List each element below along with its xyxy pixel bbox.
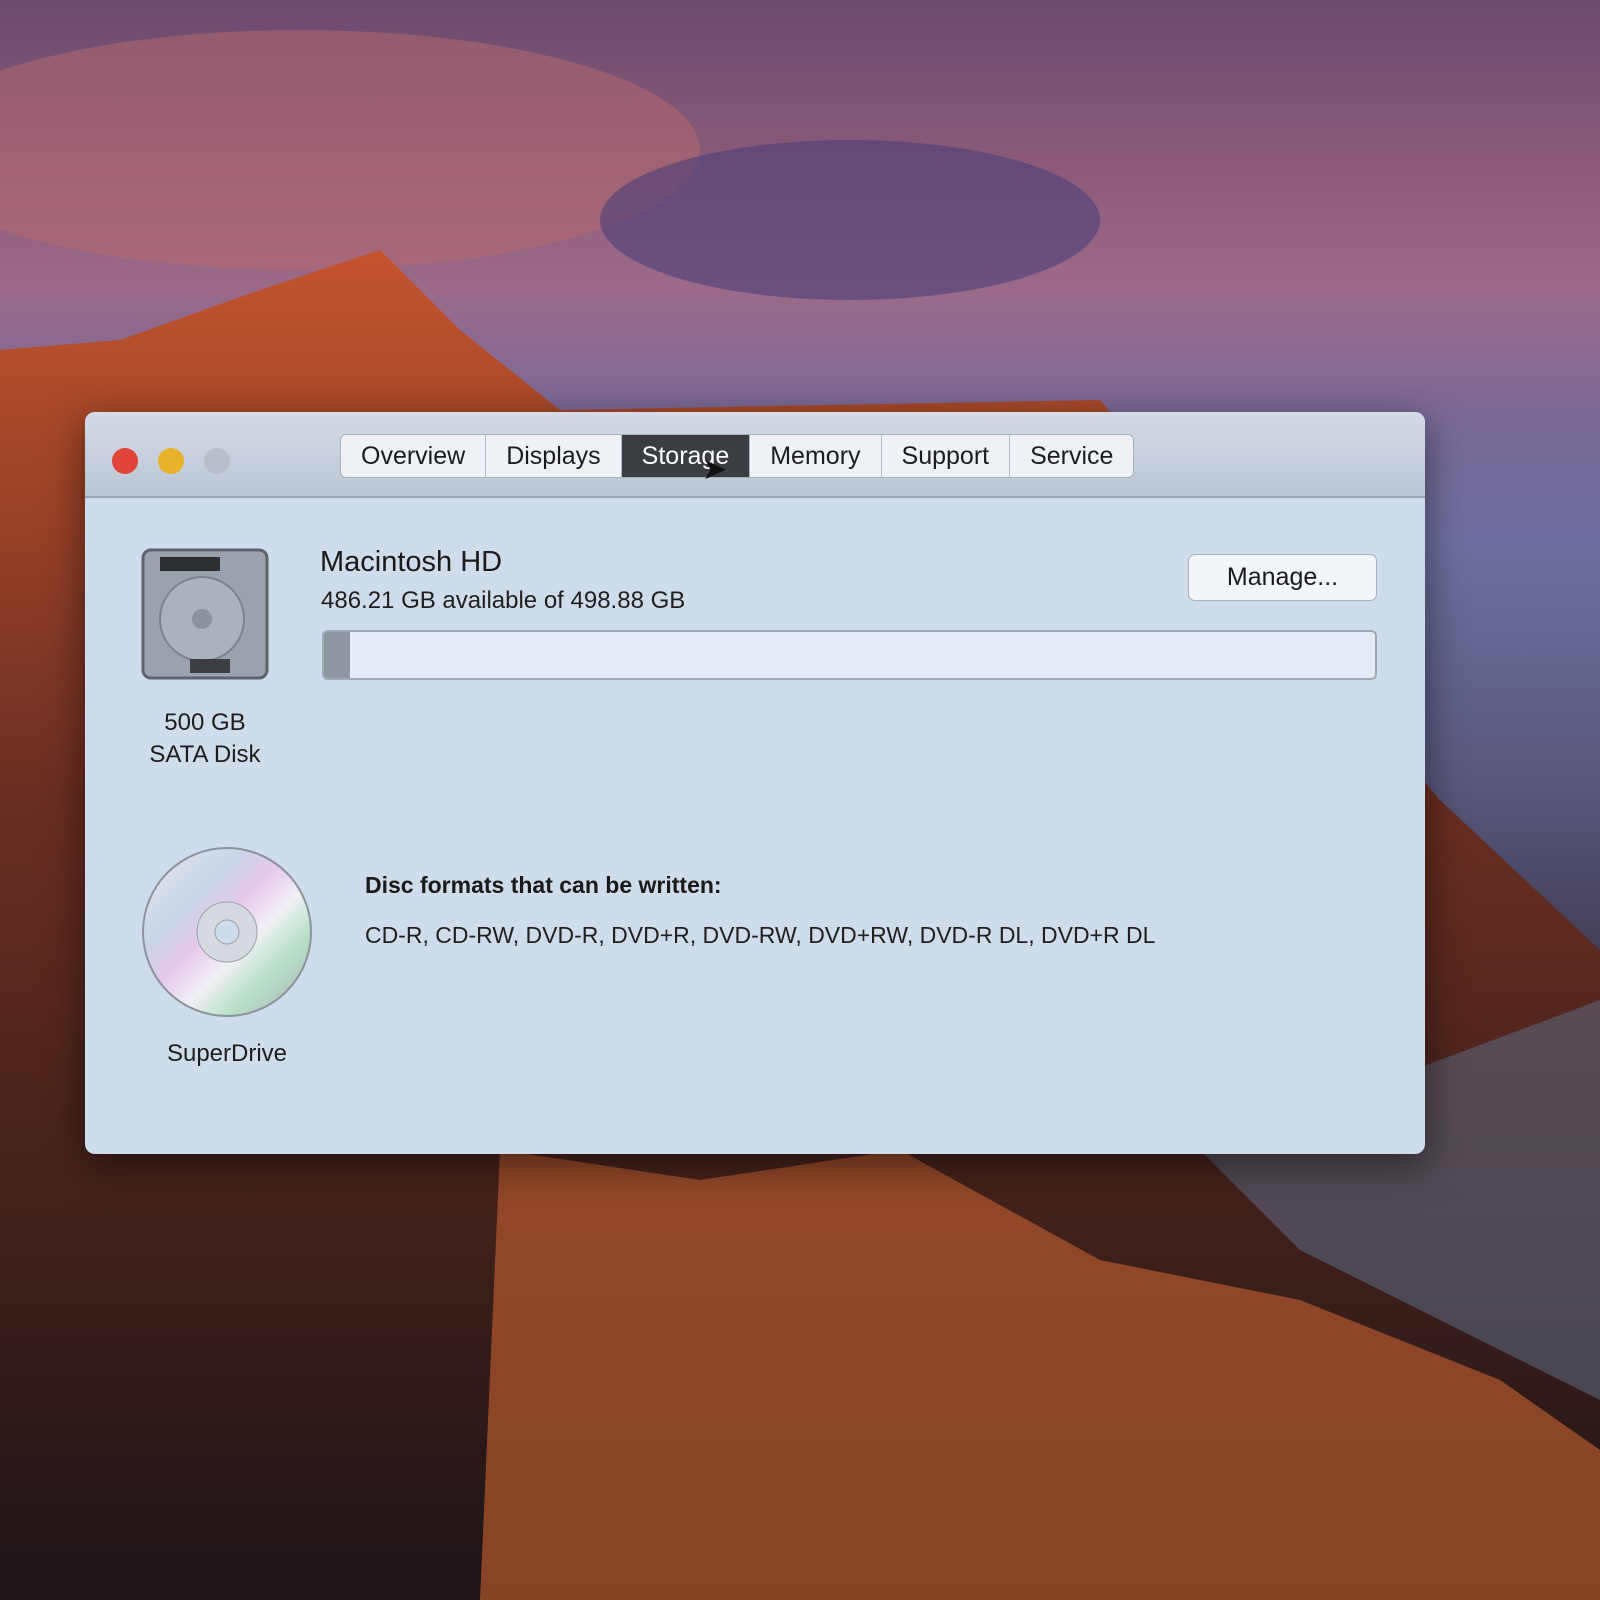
disk-label: 500 GB SATA Disk [125,707,285,771]
superdrive-label: SuperDrive [166,1040,288,1067]
volume-availability: 486.21 GB available of 498.88 GB [321,587,686,614]
zoom-button-disabled [204,448,230,474]
storage-usage-fill [324,632,351,678]
disk-type: SATA Disk [149,741,261,768]
tab-overview[interactable]: Overview [341,435,487,477]
disk-size: 500 GB [164,709,246,736]
title-bar: Overview Displays Storage Memory Support… [85,412,1425,498]
storage-usage-bar [322,630,1377,680]
tab-storage[interactable]: Storage [621,435,751,477]
disc-formats-list: CD-R, CD-RW, DVD-R, DVD+R, DVD-RW, DVD+R… [365,922,1156,948]
minimize-button[interactable] [158,448,184,474]
hard-disk-icon [141,548,269,680]
tab-memory[interactable]: Memory [750,435,882,477]
volume-name: Macintosh HD [320,546,503,578]
tab-service[interactable]: Service [1010,435,1133,477]
tab-support[interactable]: Support [882,435,1011,477]
manage-button[interactable]: Manage... [1188,554,1377,601]
mouse-pointer-icon: ➤ [702,453,728,486]
optical-disc-icon [142,847,312,1017]
disc-formats-heading: Disc formats that can be written: [365,872,722,898]
close-button[interactable] [112,448,138,474]
tab-bar: Overview Displays Storage Memory Support… [340,434,1135,478]
about-this-mac-window: Overview Displays Storage Memory Support… [85,412,1425,1154]
tab-displays[interactable]: Displays [486,435,622,477]
